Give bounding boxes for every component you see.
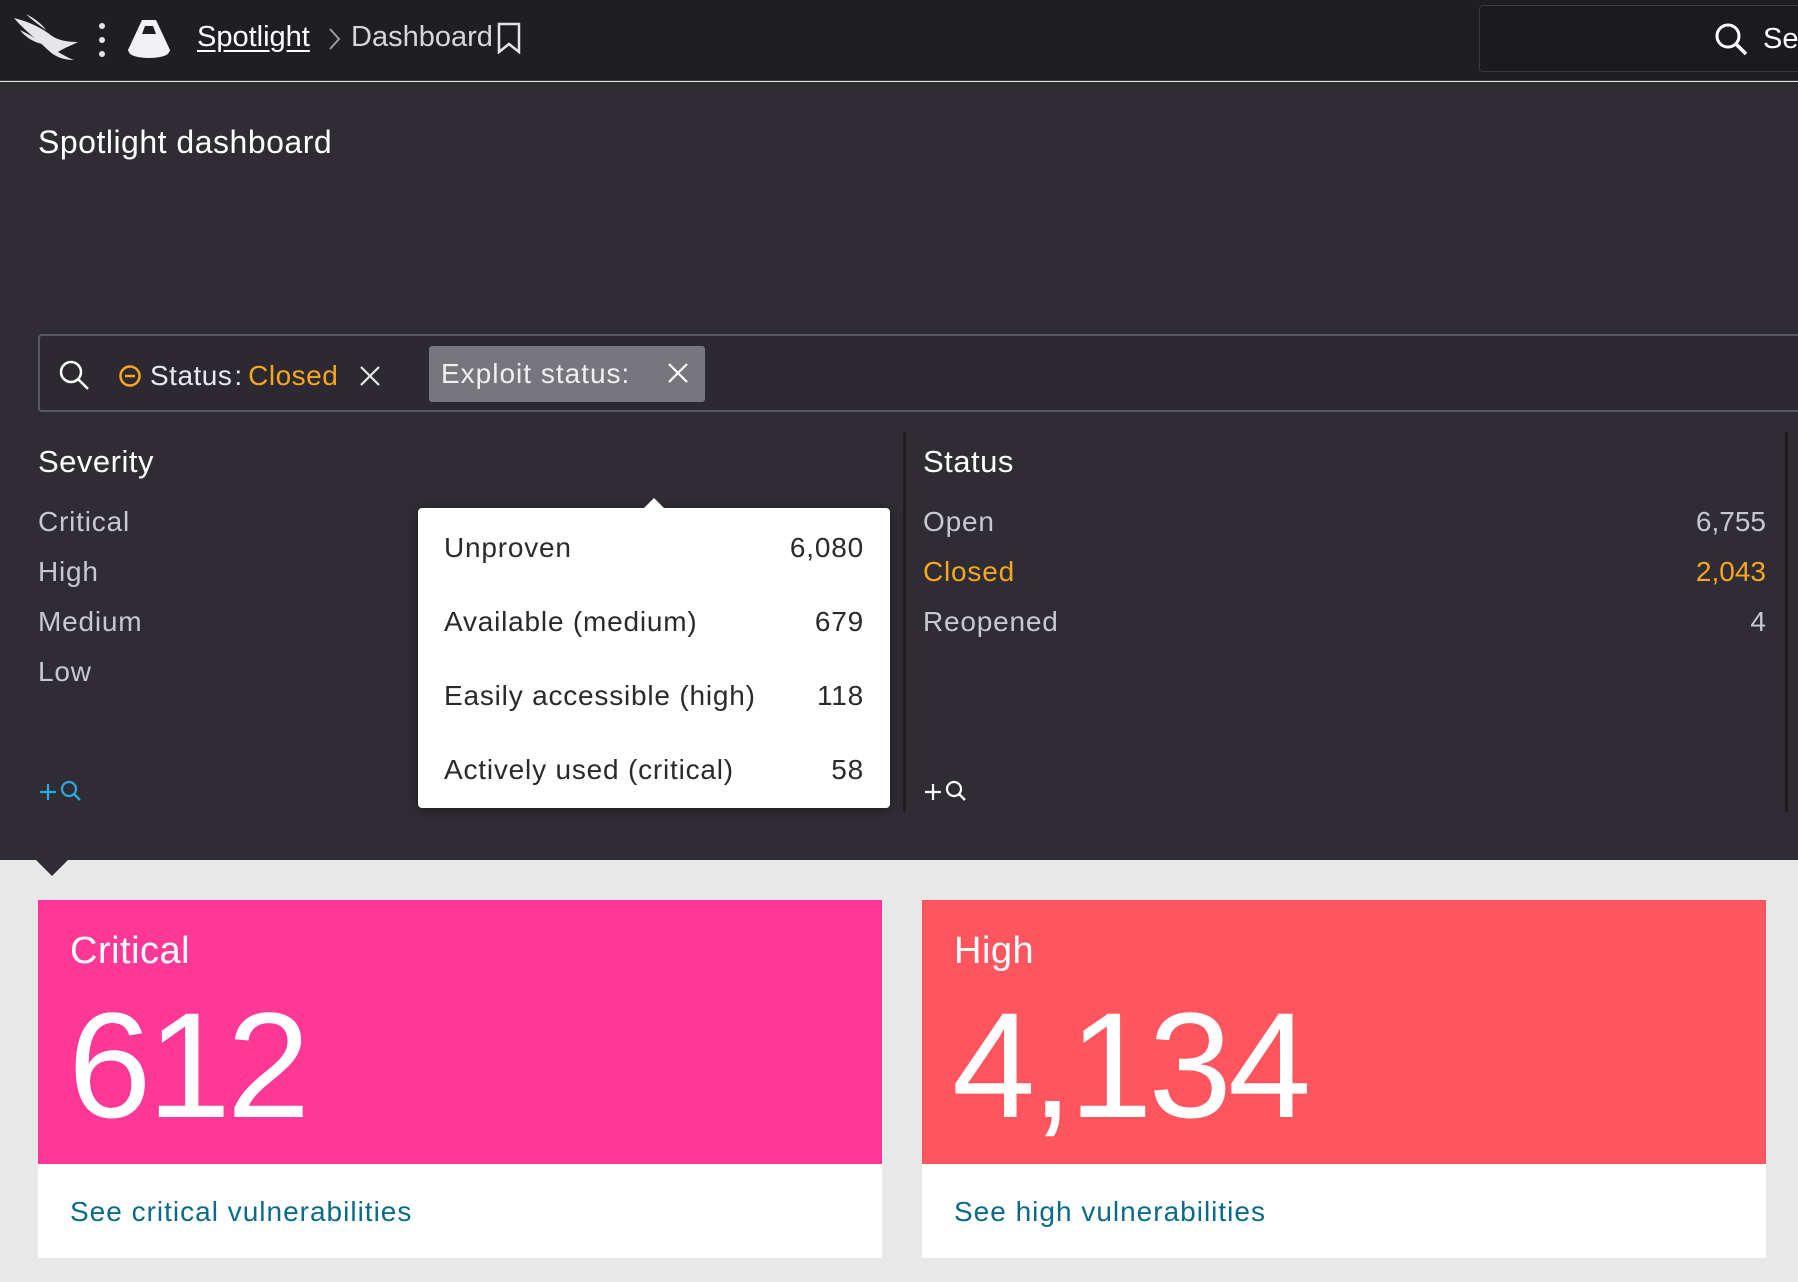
bookmark-icon[interactable] [496,22,522,54]
status-item-reopened[interactable]: Reopened [923,606,1059,638]
option-count: 58 [831,754,864,785]
status-item-closed[interactable]: Closed [923,556,1015,588]
filter-search-icon [59,360,89,390]
exploit-status-dropdown: Unproven 6,080 Available (medium) 679 Ea… [418,498,890,808]
high-card-title: High [954,930,1035,972]
remove-exploit-filter-icon[interactable] [666,361,690,385]
breadcrumb-spotlight-link[interactable]: Spotlight [197,21,310,54]
status-chip-key: Status [150,360,233,391]
spotlight-app-icon[interactable] [126,16,172,62]
page-title: Spotlight dashboard [38,124,333,160]
exploit-option-unproven[interactable]: Unproven 6,080 [444,532,864,572]
high-card-header: High 4,134 [922,900,1766,1164]
filter-bar[interactable]: Status : Closed Exploit status: [38,334,1798,412]
exploit-status-chip-key: Exploit status: [441,358,631,389]
severity-item-high[interactable]: High [38,556,99,588]
option-count: 679 [814,606,864,637]
breadcrumb-current: Dashboard [351,21,493,53]
popover-arrow [644,498,664,508]
more-menu-icon[interactable] [93,20,111,60]
breadcrumb-chevron-icon [329,28,341,50]
option-label: Unproven [444,532,572,563]
status-chip-value: Closed [248,360,339,391]
option-count: 6,080 [789,532,864,563]
exclude-circle-icon [119,365,141,387]
status-chip-colon: : [234,360,243,391]
high-card[interactable]: High 4,134 See high vulnerabilities [922,900,1766,1258]
status-count-open: 6,755 [1695,506,1766,537]
critical-card-count: 612 [68,981,310,1149]
exploit-status-filter-chip[interactable]: Exploit status: [429,346,705,402]
add-search-filter-icon[interactable] [38,778,86,806]
status-count-closed: 2,043 [1695,556,1766,587]
critical-card-title: Critical [70,930,191,972]
status-filter-chip[interactable]: Status : Closed [118,356,382,396]
status-column-title: Status [923,444,1014,479]
falcon-logo-icon[interactable] [12,12,82,62]
search-icon [1715,23,1748,56]
exploit-option-actively-used[interactable]: Actively used (critical) 58 [444,754,864,794]
option-count: 118 [816,680,864,711]
option-label: Easily accessible (high) [444,680,756,711]
status-item-open[interactable]: Open [923,506,995,538]
column-divider [903,432,906,812]
critical-card-header: Critical 612 [38,900,882,1164]
top-bar: Spotlight Dashboard Sea [0,0,1798,81]
status-count-reopened: 4 [1750,606,1766,637]
dashboard-header-area: Spotlight dashboard Status : Closed Expl… [0,82,1798,860]
severity-item-medium[interactable]: Medium [38,606,142,638]
option-label: Available (medium) [444,606,698,637]
section-caret [34,858,70,876]
severity-item-low[interactable]: Low [38,656,92,688]
global-search-placeholder: Sea [1763,23,1798,55]
exploit-option-easily-accessible[interactable]: Easily accessible (high) 118 [444,680,864,720]
exploit-option-available[interactable]: Available (medium) 679 [444,606,864,646]
add-search-filter-icon[interactable] [923,778,971,806]
remove-status-filter-icon[interactable] [358,364,382,388]
critical-card[interactable]: Critical 612 See critical vulnerabilitie… [38,900,882,1258]
severity-column-title: Severity [38,444,154,479]
see-critical-vulnerabilities-link[interactable]: See critical vulnerabilities [70,1196,412,1228]
column-divider [1785,432,1788,812]
see-high-vulnerabilities-link[interactable]: See high vulnerabilities [954,1196,1266,1228]
severity-item-critical[interactable]: Critical [38,506,130,538]
option-label: Actively used (critical) [444,754,734,785]
global-search-field[interactable]: Sea [1479,5,1798,72]
high-card-count: 4,134 [952,981,1311,1149]
